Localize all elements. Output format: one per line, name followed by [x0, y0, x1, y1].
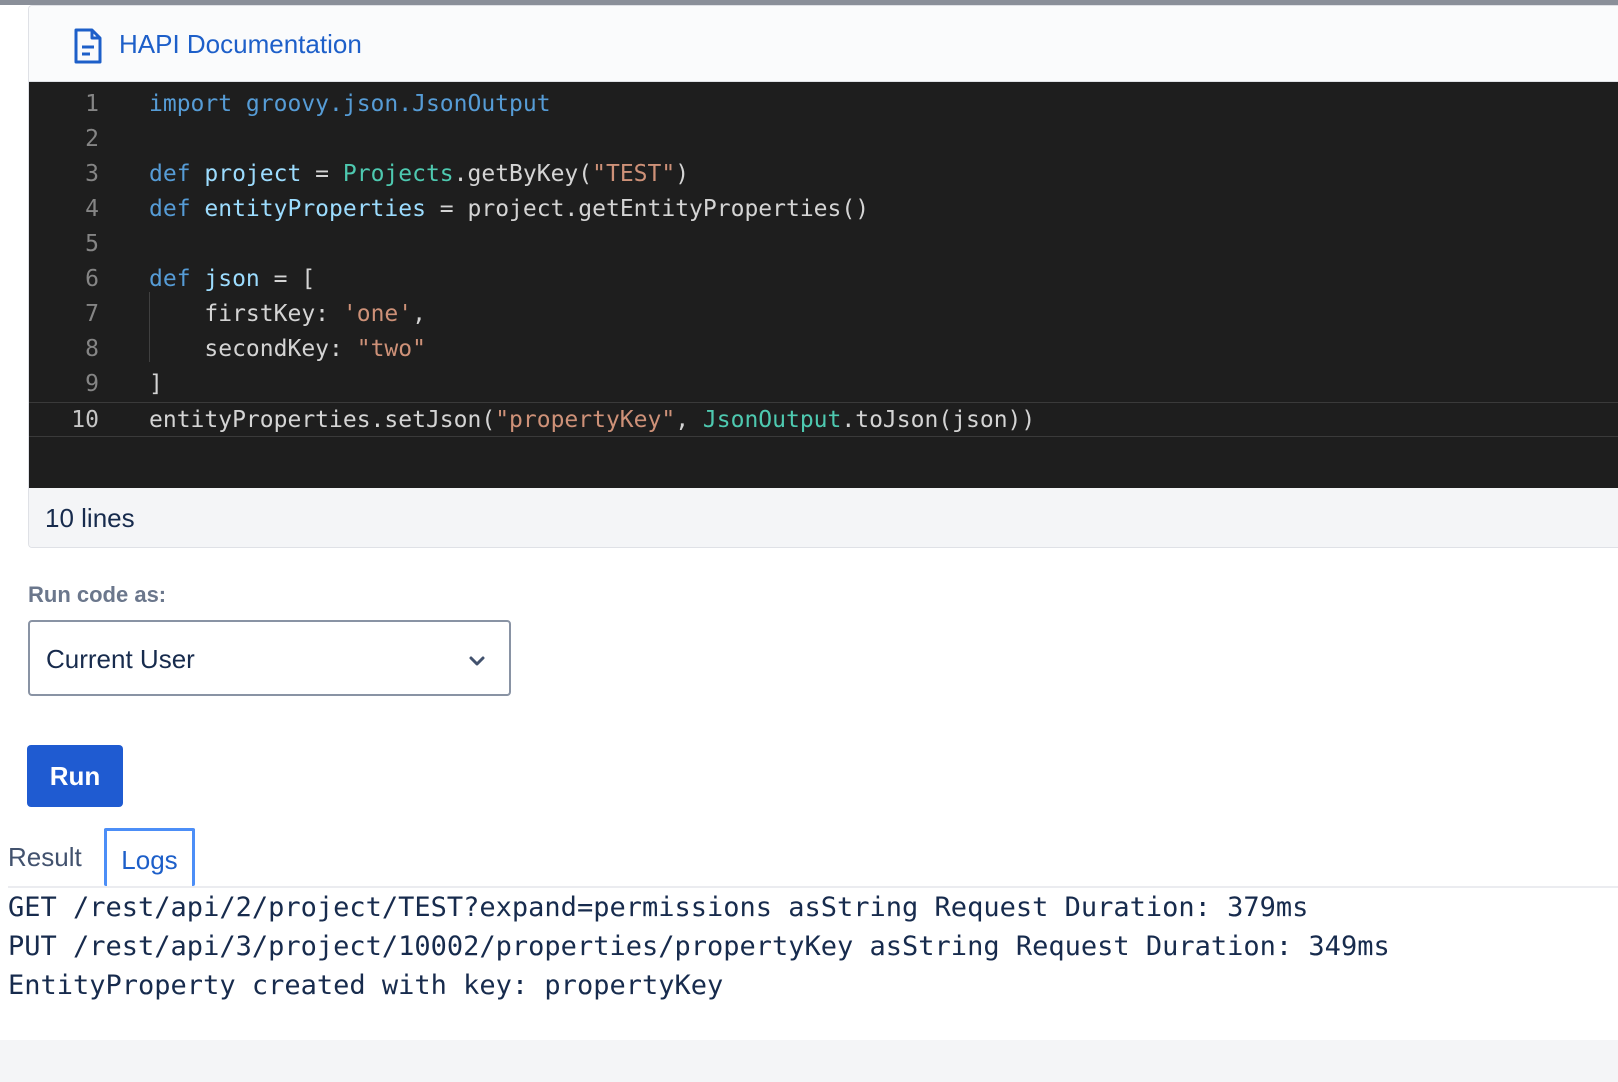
- line-number: 3: [85, 161, 99, 187]
- code-line[interactable]: 9]: [29, 367, 1618, 402]
- code-token: "propertyKey": [495, 407, 676, 433]
- code-token: = project.getEntityProperties(): [425, 196, 870, 222]
- code-token: import groovy.json.JsonOutput: [149, 91, 551, 117]
- code-text: def entityProperties = project.getEntity…: [149, 192, 869, 227]
- run-button[interactable]: Run: [27, 745, 123, 807]
- line-number: 5: [85, 231, 99, 257]
- code-token: JsonOutput: [702, 407, 842, 433]
- code-text: firstKey: 'one',: [149, 297, 426, 332]
- code-line[interactable]: 8 secondKey: "two": [29, 332, 1618, 367]
- line-number: 2: [85, 126, 99, 152]
- code-token: .toJson(json)): [841, 407, 1036, 433]
- code-line[interactable]: 4 def entityProperties = project.getEntit…: [29, 192, 1618, 227]
- line-number: 7: [85, 301, 99, 327]
- code-token: "TEST": [592, 161, 676, 187]
- code-token: ,: [412, 301, 426, 327]
- run-as-select[interactable]: Current User: [28, 620, 511, 696]
- code-token: entityProperties.setJson(: [149, 407, 496, 433]
- code-line[interactable]: 6 def json = [: [29, 262, 1618, 297]
- editor-footer: 10 lines: [29, 488, 1618, 547]
- code-token: entityProperties: [204, 196, 426, 222]
- document-icon: [74, 28, 102, 64]
- tab-result[interactable]: Result: [8, 828, 100, 886]
- run-as-selected-value: Current User: [46, 644, 195, 674]
- line-number: 4: [85, 196, 99, 222]
- log-line: GET /rest/api/2/project/TEST?expand=perm…: [8, 892, 1309, 923]
- log-line: EntityProperty created with key: propert…: [8, 970, 724, 1001]
- line-number: 9: [85, 371, 99, 397]
- line-number: 6: [85, 266, 99, 292]
- chevron-down-icon: [469, 656, 485, 666]
- code-text: entityProperties.setJson("propertyKey", …: [149, 403, 1035, 438]
- code-token: def: [149, 196, 205, 222]
- tab-logs[interactable]: Logs: [104, 828, 195, 886]
- log-line: PUT /rest/api/3/project/10002/properties…: [8, 931, 1390, 962]
- code-line[interactable]: 2: [29, 122, 1618, 157]
- code-token: project: [204, 161, 302, 187]
- code-editor[interactable]: 1 import groovy.json.JsonOutput 2 3 def proj…: [29, 82, 1618, 488]
- line-number: 8: [85, 336, 99, 362]
- bottom-shade: [0, 1040, 1618, 1082]
- line-count: 10 lines: [45, 503, 135, 533]
- code-line[interactable]: 7 firstKey: 'one',: [29, 297, 1618, 332]
- code-text: import groovy.json.JsonOutput: [149, 87, 551, 122]
- code-token: 'one': [342, 301, 413, 327]
- code-line[interactable]: 10 entityProperties.setJson("propertyKey"…: [29, 402, 1618, 437]
- code-line[interactable]: 1 import groovy.json.JsonOutput: [29, 87, 1618, 122]
- code-token: .getByKey(: [453, 161, 593, 187]
- code-token: def: [149, 266, 205, 292]
- run-as-label: Run code as:: [28, 582, 167, 607]
- code-token: json: [204, 266, 260, 292]
- code-token: =: [301, 161, 343, 187]
- code-token: Projects: [342, 161, 454, 187]
- code-text: def json = [: [149, 262, 315, 297]
- code-token: ]: [149, 371, 163, 397]
- code-text: ]: [149, 367, 163, 402]
- code-line[interactable]: 3 def project = Projects.getByKey("TEST"): [29, 157, 1618, 192]
- code-line[interactable]: 5: [29, 227, 1618, 262]
- code-text: secondKey: "two": [149, 332, 426, 367]
- code-token: "two": [356, 336, 426, 362]
- hapi-documentation-link[interactable]: HAPI Documentation: [119, 28, 362, 60]
- card-header: HAPI Documentation: [29, 6, 1618, 82]
- line-number: 10: [71, 407, 99, 433]
- code-token: ): [675, 161, 690, 187]
- line-number: 1: [85, 91, 99, 117]
- code-token: = [: [259, 266, 316, 292]
- code-token: ,: [675, 407, 703, 433]
- code-text: def project = Projects.getByKey("TEST"): [149, 157, 689, 192]
- page: HAPI Documentation 1 import groovy.json.J…: [0, 0, 1618, 1082]
- code-token: secondKey:: [149, 336, 357, 362]
- code-token: def: [149, 161, 205, 187]
- code-card: HAPI Documentation 1 import groovy.json.J…: [28, 5, 1618, 548]
- code-token: firstKey:: [149, 301, 343, 327]
